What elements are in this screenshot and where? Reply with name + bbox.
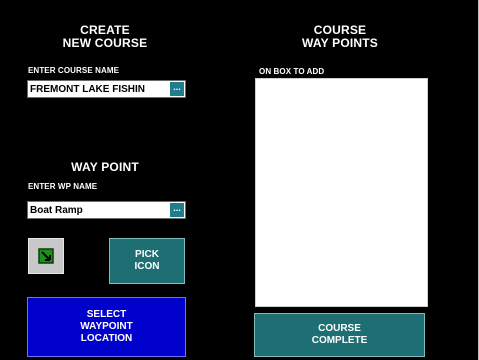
waypoint-name-value: Boat Ramp bbox=[30, 205, 83, 216]
select-line1: SELECT bbox=[86, 309, 127, 320]
course-name-field[interactable]: FREMONT LAKE FISHIN ... bbox=[27, 80, 186, 98]
pick-icon-button[interactable]: PICK ICON bbox=[109, 238, 185, 284]
course-waypoints-hint: ON BOX TO ADD bbox=[259, 67, 325, 76]
create-course-heading-line2: NEW COURSE bbox=[62, 36, 148, 50]
course-complete-line2: COMPLETE bbox=[311, 335, 368, 346]
green-arrow-icon bbox=[38, 248, 54, 264]
course-waypoints-heading: COURSE WAY POINTS bbox=[265, 24, 415, 50]
course-editor-screen: CREATE NEW COURSE ENTER COURSE NAME FREM… bbox=[0, 0, 479, 360]
select-line2: WAYPOINT bbox=[80, 321, 133, 332]
waypoint-name-field[interactable]: Boat Ramp ... bbox=[27, 201, 186, 219]
course-waypoints-list[interactable] bbox=[255, 78, 428, 307]
course-complete-line1: COURSE bbox=[318, 323, 361, 334]
waypoint-name-keyboard-button[interactable]: ... bbox=[170, 203, 184, 217]
course-name-label: ENTER COURSE NAME bbox=[28, 66, 120, 75]
course-name-keyboard-button[interactable]: ... bbox=[170, 82, 184, 96]
pick-icon-line2: ICON bbox=[134, 261, 160, 272]
select-line3: LOCATION bbox=[80, 333, 133, 344]
course-complete-button[interactable]: COURSE COMPLETE bbox=[254, 313, 425, 357]
course-name-value: FREMONT LAKE FISHIN bbox=[30, 84, 145, 95]
waypoint-name-label: ENTER WP NAME bbox=[28, 182, 98, 191]
pick-icon-line1: PICK bbox=[135, 249, 159, 260]
waypoint-icon-preview[interactable] bbox=[28, 238, 64, 274]
course-waypoints-heading-line2: WAY POINTS bbox=[301, 36, 379, 50]
create-course-heading: CREATE NEW COURSE bbox=[30, 24, 180, 50]
waypoint-heading: WAY POINT bbox=[71, 160, 139, 174]
select-waypoint-location-button[interactable]: SELECT WAYPOINT LOCATION bbox=[27, 297, 186, 357]
